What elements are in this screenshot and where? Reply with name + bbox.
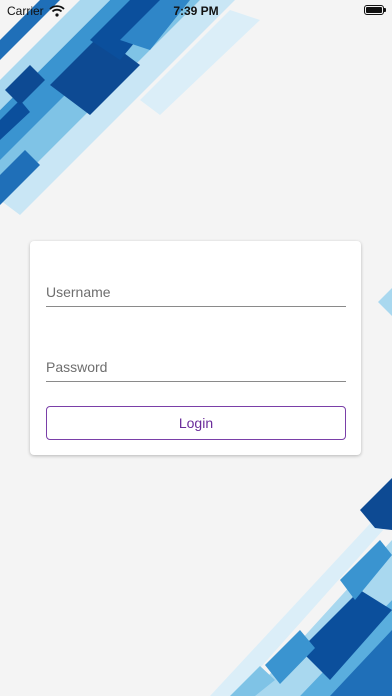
username-input[interactable] [46,277,346,307]
bottom-right-stripes [210,478,392,696]
password-input[interactable] [46,352,346,382]
status-time: 7:39 PM [173,4,219,18]
right-edge-shape [378,288,392,316]
battery-icon [364,5,386,15]
status-bar: Carrier 7:39 PM [0,0,392,22]
login-card: Login [30,241,361,455]
top-left-stripes [0,0,260,215]
login-button[interactable]: Login [46,406,346,440]
